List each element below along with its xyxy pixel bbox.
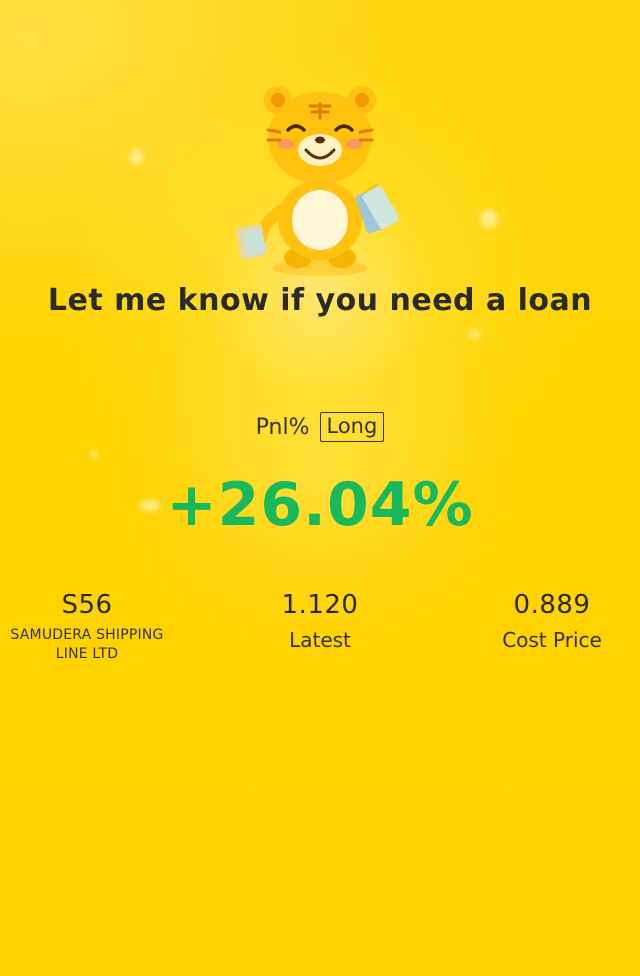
position-type-badge: Long: [319, 412, 385, 443]
pnl-label: Pnl%: [255, 414, 310, 440]
stats-row: S56 SAMUDERA SHIPPING LINE LTD 1.120 Lat…: [0, 590, 640, 680]
pnl-header: Pnl% Long: [0, 412, 640, 443]
cost-price: 0.889 Cost Price: [452, 590, 640, 652]
latest-value: 1.120: [281, 590, 359, 620]
cost-value: 0.889: [513, 590, 591, 620]
latest-label: Latest: [289, 628, 351, 652]
cost-label: Cost Price: [502, 628, 602, 652]
pnl-value: +26.04%: [166, 470, 474, 540]
sparkle: [130, 150, 144, 164]
headline: Let me know if you need a loan: [47, 283, 593, 318]
sparkle: [90, 450, 98, 458]
stock-symbol: S56: [61, 590, 113, 620]
stock-info: S56 SAMUDERA SHIPPING LINE LTD: [0, 590, 187, 664]
tiger-mascot-icon: [220, 80, 420, 280]
stock-name: SAMUDERA SHIPPING LINE LTD: [10, 627, 164, 662]
latest-price: 1.120 Latest: [220, 590, 420, 652]
sparkle: [480, 210, 498, 228]
sparkle: [470, 330, 480, 340]
